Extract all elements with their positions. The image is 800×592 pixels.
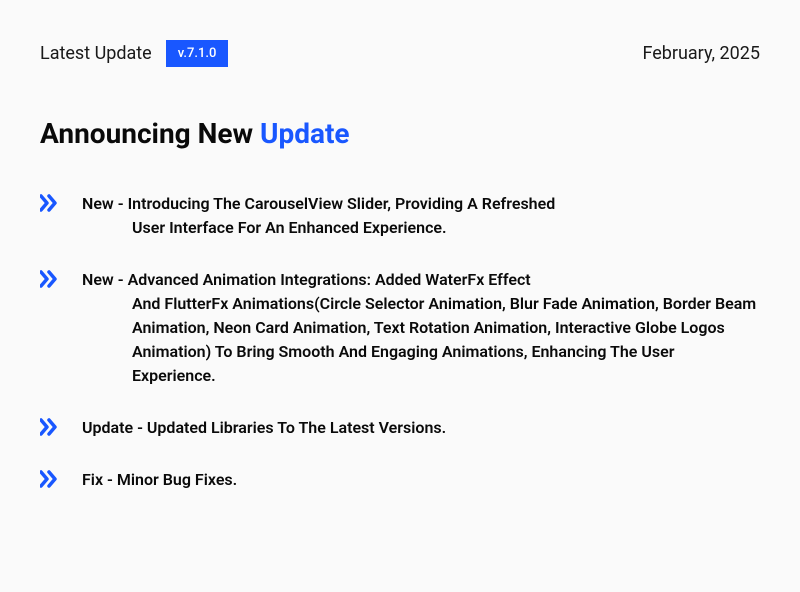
- latest-update-label: Latest Update: [40, 43, 152, 64]
- change-first-line: Minor Bug Fixes.: [117, 470, 237, 489]
- title-prefix: Announcing New: [40, 117, 260, 150]
- date-label: February, 2025: [642, 43, 760, 64]
- title-highlight: Update: [260, 117, 350, 150]
- change-tag: New: [82, 270, 114, 289]
- change-text: New - Advanced Animation Integrations: A…: [82, 268, 760, 388]
- change-tag: New: [82, 194, 114, 213]
- change-item: New - Introducing The CarouselView Slide…: [40, 192, 760, 240]
- header-left: Latest Update v.7.1.0: [40, 40, 228, 67]
- chevron-right-icon: [40, 470, 60, 488]
- change-rest: And FlutterFx Animations(Circle Selector…: [82, 292, 760, 388]
- version-badge: v.7.1.0: [166, 40, 229, 67]
- chevron-right-icon: [40, 418, 60, 436]
- change-tag: Update: [82, 418, 133, 437]
- change-first-line: Introducing The CarouselView Slider, Pro…: [128, 194, 556, 213]
- change-item: New - Advanced Animation Integrations: A…: [40, 268, 760, 388]
- change-rest: User Interface For An Enhanced Experienc…: [82, 216, 555, 240]
- announcement-title: Announcing New Update: [40, 117, 760, 150]
- change-text: Fix - Minor Bug Fixes.: [82, 468, 237, 492]
- change-text: New - Introducing The CarouselView Slide…: [82, 192, 555, 240]
- change-text: Update - Updated Libraries To The Latest…: [82, 416, 446, 440]
- change-first-line: Updated Libraries To The Latest Versions…: [147, 418, 446, 437]
- chevron-right-icon: [40, 270, 60, 288]
- header-row: Latest Update v.7.1.0 February, 2025: [40, 40, 760, 67]
- change-first-line: Advanced Animation Integrations: Added W…: [128, 270, 531, 289]
- change-item: Update - Updated Libraries To The Latest…: [40, 416, 760, 440]
- changes-list: New - Introducing The CarouselView Slide…: [40, 192, 760, 492]
- change-tag: Fix: [82, 470, 103, 489]
- change-item: Fix - Minor Bug Fixes.: [40, 468, 760, 492]
- chevron-right-icon: [40, 194, 60, 212]
